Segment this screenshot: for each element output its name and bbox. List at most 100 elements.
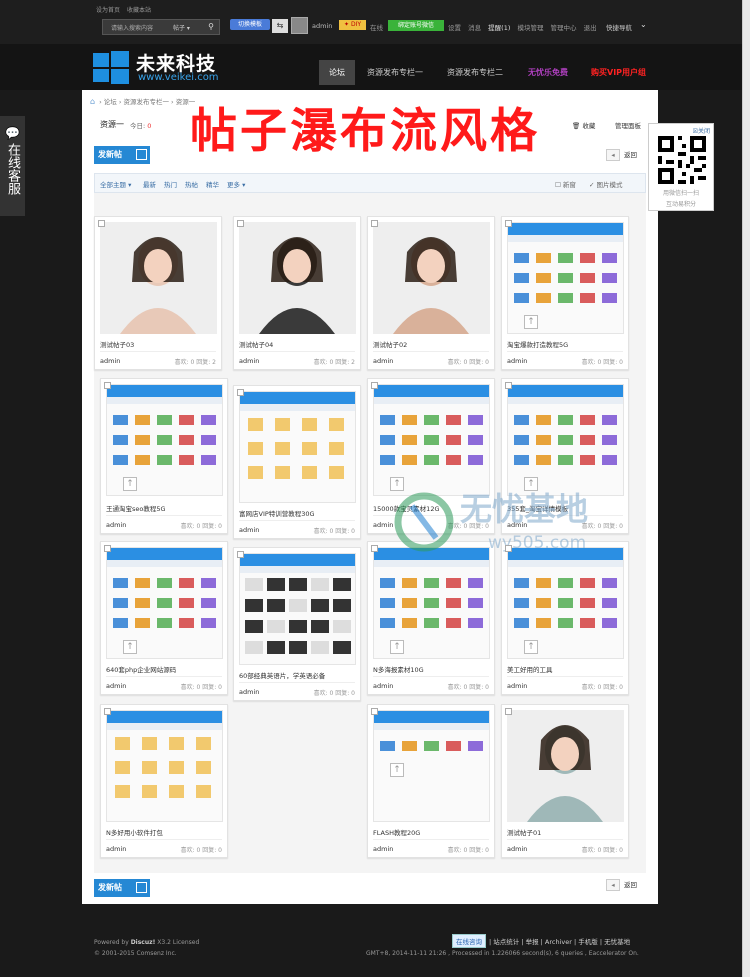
post-card[interactable]: ↑ 淘宝爆款打造教程5G admin 喜欢: 0 回复: 0: [501, 216, 629, 370]
image-mode-checkbox[interactable]: ✓ 图片模式: [589, 179, 623, 189]
select-checkbox[interactable]: [505, 382, 512, 389]
post-author[interactable]: admin: [507, 682, 527, 690]
post-thumbnail[interactable]: ↑: [373, 547, 490, 659]
favorite-link[interactable]: 🗑 收藏: [572, 120, 595, 130]
filter-digest[interactable]: 精华: [206, 179, 219, 189]
post-author[interactable]: admin: [239, 357, 259, 365]
post-card[interactable]: 测试帖子02 admin 喜欢: 0 回复: 0: [367, 216, 495, 370]
post-thumbnail[interactable]: ↑: [106, 384, 223, 496]
wechat-bind-button[interactable]: 绑定账号微信: [388, 20, 444, 31]
footer-link-archiver[interactable]: Archiver: [545, 938, 572, 946]
post-thumbnail[interactable]: ↑: [106, 547, 223, 659]
footer-link-site[interactable]: 无忧基地: [604, 938, 630, 946]
post-author[interactable]: admin: [507, 357, 527, 365]
post-title[interactable]: FLASH教程20G: [373, 827, 420, 837]
footer-link-report[interactable]: 举报: [526, 938, 539, 946]
post-author[interactable]: admin: [507, 845, 527, 853]
post-title[interactable]: 富网店VIP特训营教程30G: [239, 508, 315, 518]
messages-link[interactable]: 消息: [468, 24, 481, 32]
post-thumbnail[interactable]: ↑: [507, 384, 624, 496]
post-title[interactable]: 测试帖子04: [239, 339, 273, 349]
breadcrumb-column[interactable]: 资源发布专栏一: [123, 98, 169, 106]
footer-link-stats[interactable]: 站点统计: [493, 938, 519, 946]
post-thumbnail[interactable]: ↑: [373, 710, 490, 822]
back-button[interactable]: ◂ 返回: [606, 149, 637, 161]
license-link[interactable]: Licensed: [173, 939, 199, 946]
quick-nav-link[interactable]: 快捷导航: [606, 22, 632, 32]
post-card[interactable]: ↑ 美工好用的工具 admin 喜欢: 0 回复: 0: [501, 541, 629, 695]
select-checkbox[interactable]: [371, 220, 378, 227]
filter-hot[interactable]: 热门: [164, 179, 177, 189]
new-window-checkbox[interactable]: ☐ 新窗: [555, 179, 576, 189]
post-thumbnail[interactable]: [507, 710, 624, 822]
search-input[interactable]: 请输入搜索内容: [111, 23, 153, 32]
select-checkbox[interactable]: [371, 708, 378, 715]
online-customer-service[interactable]: 💬 在线客服: [0, 116, 25, 216]
nav-column-one[interactable]: 资源发布专栏一: [367, 60, 423, 85]
post-author[interactable]: admin: [100, 357, 120, 365]
logo-url[interactable]: www.veikei.com: [138, 72, 219, 83]
avatar[interactable]: [291, 17, 308, 34]
online-status[interactable]: 在线: [370, 22, 383, 32]
filter-more[interactable]: 更多 ▾: [227, 179, 245, 189]
post-title[interactable]: 测试帖子01: [507, 827, 541, 837]
post-title[interactable]: N多好用小软件打包: [106, 827, 163, 837]
online-consult-button[interactable]: 在线咨询: [452, 934, 486, 948]
post-thumbnail[interactable]: ↑: [507, 547, 624, 659]
post-title[interactable]: 60部经典英语片，学英语必备: [239, 670, 325, 680]
set-homepage-link[interactable]: 设为首页: [96, 7, 120, 14]
filter-all[interactable]: 全部主题 ▾: [100, 179, 131, 189]
post-author[interactable]: admin: [106, 682, 126, 690]
nav-free[interactable]: 无忧乐免费: [528, 60, 568, 85]
select-checkbox[interactable]: [505, 545, 512, 552]
post-card[interactable]: 测试帖子04 admin 喜欢: 0 回复: 2: [233, 216, 361, 370]
post-card[interactable]: ↑ N多海报素材10G admin 喜欢: 0 回复: 0: [367, 541, 495, 695]
post-thumbnail[interactable]: [239, 391, 356, 503]
post-card[interactable]: ↑ 640套php企业网站源码 admin 喜欢: 0 回复: 0: [100, 541, 228, 695]
post-author[interactable]: admin: [239, 526, 259, 534]
post-title[interactable]: 640套php企业网站源码: [106, 664, 176, 674]
select-checkbox[interactable]: [104, 545, 111, 552]
discuz-link[interactable]: Discuz!: [131, 939, 156, 946]
nav-column-two[interactable]: 资源发布专栏二: [447, 60, 503, 85]
post-card[interactable]: 富网店VIP特训营教程30G admin 喜欢: 0 回复: 0: [233, 385, 361, 539]
home-icon[interactable]: ⌂: [90, 97, 95, 106]
qr-close-button[interactable]: ☒关闭: [693, 126, 710, 135]
search-box[interactable]: 请输入搜索内容 帖子 ▾ ⚲: [102, 19, 220, 35]
post-title[interactable]: N多海报素材10G: [373, 664, 424, 674]
post-thumbnail[interactable]: ↑: [373, 384, 490, 496]
footer-link-mobile[interactable]: 手机版: [578, 938, 598, 946]
admin-center-link[interactable]: 管理中心: [551, 24, 577, 32]
post-card[interactable]: N多好用小软件打包 admin 喜欢: 0 回复: 0: [100, 704, 228, 858]
post-title[interactable]: 美工好用的工具: [507, 664, 553, 674]
post-title[interactable]: 测试帖子02: [373, 339, 407, 349]
select-checkbox[interactable]: [371, 382, 378, 389]
search-scope-select[interactable]: 帖子 ▾: [173, 23, 190, 32]
select-checkbox[interactable]: [237, 551, 244, 558]
windows-logo-icon[interactable]: [93, 51, 129, 84]
select-checkbox[interactable]: [505, 708, 512, 715]
search-icon[interactable]: ⚲: [208, 22, 214, 31]
logout-link[interactable]: 退出: [584, 24, 597, 32]
new-post-button[interactable]: 发新帖: [94, 146, 150, 164]
post-card[interactable]: ↑ 王通淘宝seo教程5G admin 喜欢: 0 回复: 0: [100, 378, 228, 534]
post-author[interactable]: admin: [373, 845, 393, 853]
post-thumbnail[interactable]: [239, 222, 356, 334]
filter-latest[interactable]: 最新: [143, 179, 156, 189]
post-title[interactable]: 王通淘宝seo教程5G: [106, 503, 166, 513]
select-checkbox[interactable]: [505, 220, 512, 227]
post-author[interactable]: admin: [373, 682, 393, 690]
scrollbar[interactable]: [742, 0, 750, 977]
post-thumbnail[interactable]: ↑: [507, 222, 624, 334]
post-title[interactable]: 淘宝爆款打造教程5G: [507, 339, 568, 349]
diy-button[interactable]: ✦ DIY: [339, 20, 366, 30]
post-card[interactable]: 60部经典英语片，学英语必备 admin 喜欢: 0 回复: 0: [233, 547, 361, 701]
post-card[interactable]: 测试帖子01 admin 喜欢: 0 回复: 0: [501, 704, 629, 858]
post-author[interactable]: admin: [106, 845, 126, 853]
swap-arrows-icon[interactable]: ⇆: [272, 19, 288, 33]
post-card[interactable]: 测试帖子03 admin 喜欢: 0 回复: 2: [94, 216, 222, 370]
nav-forum[interactable]: 论坛: [319, 60, 355, 85]
select-checkbox[interactable]: [237, 389, 244, 396]
select-checkbox[interactable]: [371, 545, 378, 552]
post-thumbnail[interactable]: [373, 222, 490, 334]
